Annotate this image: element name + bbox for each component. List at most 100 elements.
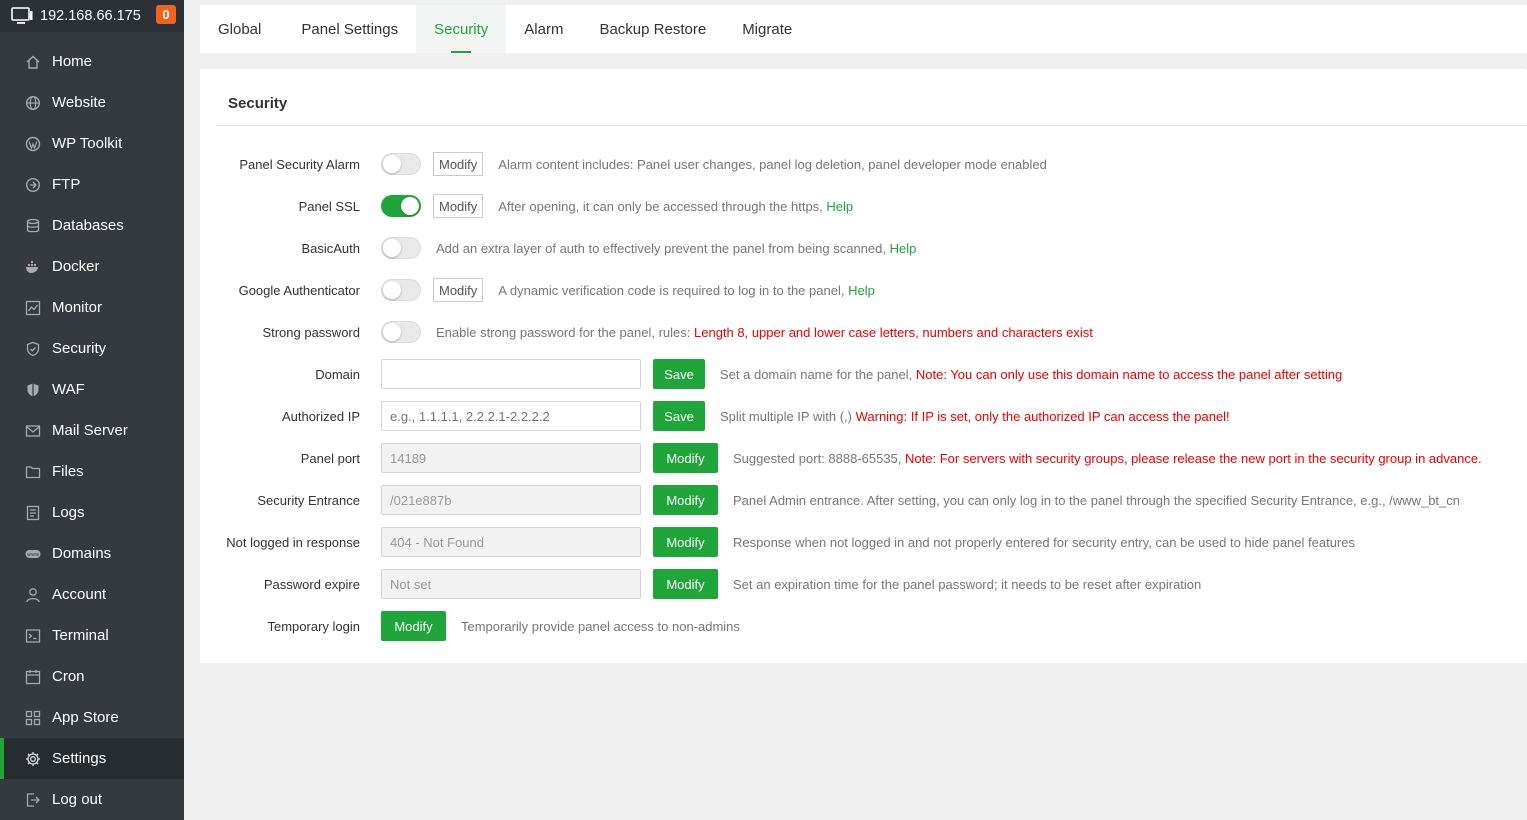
panel-port-label: Panel port	[300, 450, 360, 466]
domain-save-button[interactable]: Save	[653, 359, 705, 389]
sidebar-item-website[interactable]: Website	[0, 82, 184, 123]
password-expire-field: Not set	[381, 569, 641, 599]
notification-badge[interactable]: 0	[156, 5, 176, 24]
authorized-ip-warning: Warning: If IP is set, only the authoriz…	[855, 408, 1230, 424]
google-auth-toggle[interactable]	[381, 279, 421, 301]
mail-icon	[24, 422, 42, 440]
sidebar-item-log-out[interactable]: Log out	[0, 779, 184, 820]
basic-auth-description: Add an extra layer of auth to effectivel…	[436, 241, 916, 256]
monitor-icon	[24, 299, 42, 317]
server-ip: 192.168.66.175	[40, 8, 141, 24]
password-expire-modify-button[interactable]: Modify	[653, 569, 718, 599]
security-panel: Security Panel Security Alarm Modify Ala…	[200, 69, 1527, 663]
row-temporary-login: Temporary login Modify Temporarily provi…	[200, 611, 740, 641]
security-alarm-modify-button[interactable]: Modify	[433, 152, 484, 176]
ssl-description-text: After opening, it can only be accessed t…	[498, 198, 823, 214]
security-alarm-toggle[interactable]	[381, 153, 421, 175]
sidebar-item-label: FTP	[52, 176, 81, 193]
security-entrance-field: /021e887b	[381, 485, 641, 515]
domain-description: Set a domain name for the panel, Note: Y…	[720, 367, 1342, 382]
wordpress-icon	[24, 135, 42, 153]
authorized-ip-save-button[interactable]: Save	[653, 401, 705, 431]
user-icon	[24, 586, 42, 604]
sidebar-item-wp-toolkit[interactable]: WP Toolkit	[0, 123, 184, 164]
ftp-icon	[24, 176, 42, 194]
sidebar-item-databases[interactable]: Databases	[0, 205, 184, 246]
sidebar-item-files[interactable]: Files	[0, 451, 184, 492]
tab-backup-restore[interactable]: Backup Restore	[581, 5, 724, 53]
apps-icon	[24, 709, 42, 727]
shield-icon	[24, 340, 42, 358]
sidebar-item-label: WAF	[52, 381, 85, 398]
row-panel-security-alarm: Panel Security Alarm Modify Alarm conten…	[200, 149, 1047, 179]
row-password-expire: Password expire Not set Modify Set an ex…	[200, 569, 1201, 599]
ssl-label: Panel SSL	[298, 198, 360, 214]
authorized-ip-label: Authorized IP	[281, 408, 360, 424]
strong-password-label: Strong password	[262, 324, 360, 340]
google-auth-help-link[interactable]: Help	[848, 283, 875, 298]
security-entrance-description: Panel Admin entrance. After setting, you…	[733, 492, 1460, 508]
row-google-authenticator: Google Authenticator Modify A dynamic ve…	[200, 275, 875, 305]
tab-global[interactable]: Global	[200, 5, 279, 53]
sidebar-item-ftp[interactable]: FTP	[0, 164, 184, 205]
settings-tabs: Global Panel Settings Security Alarm Bac…	[200, 5, 1527, 53]
section-title: Security	[228, 95, 288, 112]
tab-migrate[interactable]: Migrate	[724, 5, 810, 53]
panel-port-description-text: Suggested port: 8888-65535,	[733, 450, 902, 466]
security-entrance-modify-button[interactable]: Modify	[653, 485, 718, 515]
security-alarm-label: Panel Security Alarm	[239, 156, 360, 172]
ssl-toggle[interactable]	[381, 195, 421, 217]
row-not-logged-in-response: Not logged in response 404 - Not Found M…	[200, 527, 1355, 557]
sidebar-item-label: Domains	[52, 545, 112, 562]
authorized-ip-description-text: Split multiple IP with (,)	[720, 408, 852, 424]
google-auth-modify-button[interactable]: Modify	[433, 278, 484, 302]
temp-login-label: Temporary login	[267, 618, 361, 634]
home-icon	[24, 53, 42, 71]
basic-auth-toggle[interactable]	[381, 237, 421, 259]
waf-shield-icon	[24, 381, 42, 399]
authorized-ip-input[interactable]	[381, 401, 641, 431]
strong-password-toggle[interactable]	[381, 321, 421, 343]
sidebar-item-terminal[interactable]: Terminal	[0, 615, 184, 656]
sidebar-item-cron[interactable]: Cron	[0, 656, 184, 697]
google-auth-label: Google Authenticator	[238, 282, 360, 298]
sidebar-item-app-store[interactable]: App Store	[0, 697, 184, 738]
ssl-help-link[interactable]: Help	[826, 199, 853, 214]
sidebar-item-docker[interactable]: Docker	[0, 246, 184, 287]
docker-icon	[24, 258, 42, 276]
tab-panel-settings[interactable]: Panel Settings	[283, 5, 416, 53]
strong-password-rules: Length 8, upper and lower case letters, …	[694, 324, 1093, 340]
sidebar-item-domains[interactable]: www Domains	[0, 533, 184, 574]
sidebar-item-label: Terminal	[52, 627, 109, 644]
sidebar-item-account[interactable]: Account	[0, 574, 184, 615]
sidebar-item-label: Cron	[52, 668, 85, 685]
ssl-modify-button[interactable]: Modify	[433, 194, 484, 218]
domain-note: Note: You can only use this domain name …	[915, 366, 1343, 382]
sidebar-item-logs[interactable]: Logs	[0, 492, 184, 533]
folder-icon	[24, 463, 42, 481]
ssl-description: After opening, it can only be accessed t…	[498, 199, 853, 214]
sidebar-item-home[interactable]: Home	[0, 41, 184, 82]
sidebar-item-settings[interactable]: Settings	[0, 738, 184, 779]
sidebar-item-label: Security	[52, 340, 107, 357]
not-logged-modify-button[interactable]: Modify	[653, 527, 718, 557]
row-basic-auth: BasicAuth Add an extra layer of auth to …	[200, 233, 916, 263]
sidebar-item-label: App Store	[52, 709, 119, 726]
not-logged-label: Not logged in response	[226, 534, 360, 550]
tab-alarm[interactable]: Alarm	[506, 5, 581, 53]
sidebar-item-label: Log out	[52, 791, 103, 808]
domain-description-text: Set a domain name for the panel,	[720, 366, 913, 382]
logs-icon	[24, 504, 42, 522]
password-expire-description: Set an expiration time for the panel pas…	[733, 576, 1202, 592]
domain-input[interactable]	[381, 359, 641, 389]
tab-security[interactable]: Security	[416, 5, 507, 53]
temp-login-modify-button[interactable]: Modify	[381, 611, 446, 641]
sidebar-item-monitor[interactable]: Monitor	[0, 287, 184, 328]
sidebar-item-waf[interactable]: WAF	[0, 369, 184, 410]
sidebar-item-label: Mail Server	[52, 422, 128, 439]
sidebar-item-security[interactable]: Security	[0, 328, 184, 369]
row-security-entrance: Security Entrance /021e887b Modify Panel…	[200, 485, 1460, 515]
panel-port-modify-button[interactable]: Modify	[653, 443, 718, 473]
sidebar-item-mail-server[interactable]: Mail Server	[0, 410, 184, 451]
basic-auth-help-link[interactable]: Help	[890, 241, 917, 256]
